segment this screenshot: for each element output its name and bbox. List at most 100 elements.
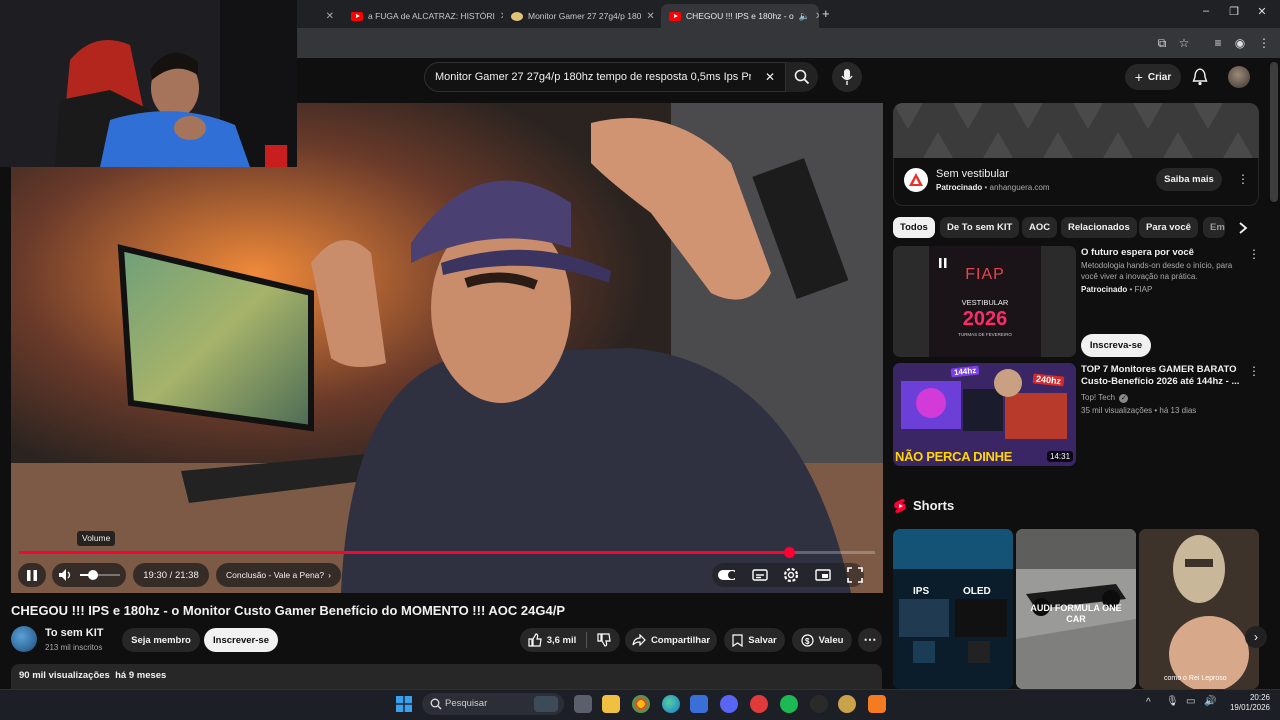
task-view-icon[interactable] [574, 695, 592, 713]
tray-chevron-icon[interactable]: ^ [1146, 697, 1151, 708]
browser-menu-icon[interactable]: ⋮ [1256, 35, 1272, 51]
tab-title: CHEGOU !!! IPS e 180hz - o [686, 11, 794, 21]
app-icon[interactable] [810, 695, 828, 713]
more-actions-button[interactable]: ⋯ [858, 628, 882, 652]
install-app-icon[interactable]: ⧉ [1154, 35, 1170, 51]
short-thumbnail[interactable]: como o Rei Leproso [1139, 529, 1259, 689]
join-button[interactable]: Seja membro [122, 628, 200, 652]
spotify-icon[interactable] [780, 695, 798, 713]
notifications-bell-icon[interactable] [1192, 68, 1208, 86]
discord-icon[interactable] [720, 695, 738, 713]
ad-menu-icon[interactable]: ⋮ [1237, 173, 1249, 185]
settings-gear-icon[interactable] [782, 566, 800, 584]
dislike-button[interactable] [590, 628, 618, 652]
app-icon[interactable] [868, 695, 886, 713]
search-box[interactable]: Monitor Gamer 27 27g4/p 180hz tempo de r… [424, 62, 786, 92]
speaker-tray-icon[interactable]: 🔊 [1204, 696, 1216, 707]
save-button[interactable]: Salvar [724, 628, 785, 652]
media-control-icon[interactable]: ≡ [1210, 35, 1226, 51]
subtitles-icon[interactable] [751, 566, 769, 584]
close-icon[interactable]: ✕ [646, 11, 654, 22]
chip-all[interactable]: Todos [893, 217, 935, 238]
chrome-icon[interactable] [632, 695, 650, 713]
chapter-button[interactable]: Conclusão - Vale a Pena? › [216, 563, 341, 587]
browser-tab-active[interactable]: CHEGOU !!! IPS e 180hz - o 🔈 ✕ [661, 4, 819, 28]
clear-search-icon[interactable]: ✕ [765, 70, 775, 84]
shorts-next-button[interactable]: › [1245, 626, 1267, 648]
search-button[interactable] [786, 62, 818, 92]
views-and-date: 90 mil visualizações há 9 meses [19, 670, 167, 681]
subscribe-button[interactable]: Inscrever-se [204, 628, 278, 652]
rec-channel: FIAP [1134, 285, 1153, 294]
taskbar-search[interactable]: Pesquisar [422, 693, 564, 715]
network-icon[interactable]: ▭ [1186, 696, 1195, 707]
play-pause-button[interactable] [18, 563, 46, 587]
edge-icon[interactable] [662, 695, 680, 713]
fiap-subtitle: TURMAS DE FEVEREIRO [958, 332, 1012, 337]
rec-menu-icon[interactable]: ⋮ [1248, 365, 1260, 377]
create-button[interactable]: + Criar [1125, 64, 1181, 90]
chip-related[interactable]: Relacionados [1061, 217, 1137, 238]
streamer-webcam-image [0, 0, 297, 167]
close-icon[interactable]: ✕ [815, 11, 819, 22]
voice-search-button[interactable] [832, 62, 862, 92]
chip-aoc[interactable]: AOC [1022, 217, 1058, 238]
volume-slider[interactable] [80, 570, 120, 580]
tab-close-hidden[interactable]: ✕ [300, 4, 342, 28]
profile-icon[interactable]: ◉ [1232, 35, 1248, 51]
volume-knob[interactable] [88, 570, 98, 580]
app-icon[interactable] [750, 695, 768, 713]
search-input[interactable]: Monitor Gamer 27 27g4/p 180hz tempo de r… [435, 71, 751, 83]
chip-more[interactable]: Em [1203, 217, 1225, 238]
restore-icon[interactable]: ❐ [1224, 5, 1244, 18]
taskbar-clock[interactable]: 20:26 19/01/2026 [1222, 693, 1270, 713]
new-tab-button[interactable]: + [822, 6, 830, 21]
fullscreen-icon[interactable] [846, 566, 864, 584]
progress-bar[interactable] [19, 547, 875, 558]
bookmark-star-icon[interactable]: ☆ [1176, 35, 1192, 51]
chip-channel[interactable]: De To sem KIT [940, 217, 1020, 238]
short-label-oled: OLED [963, 586, 991, 597]
volume-control[interactable] [52, 563, 126, 587]
close-icon[interactable]: ✕ [326, 11, 334, 22]
like-button[interactable]: 3,6 mil [520, 628, 584, 652]
ad-meta: Patrocinado • anhanguera.com [936, 183, 1050, 192]
ad-banner-image[interactable] [893, 103, 1259, 158]
youtube-favicon-icon [669, 11, 681, 21]
short-thumbnail[interactable]: AUDI FORMULA ONE CAR [1016, 529, 1136, 689]
learn-more-button[interactable]: Saiba mais [1156, 168, 1222, 191]
autoplay-toggle-icon[interactable] [717, 566, 735, 584]
clock-date: 19/01/2026 [1229, 703, 1270, 712]
file-explorer-icon[interactable] [602, 695, 620, 713]
page-scrollbar[interactable] [1270, 62, 1278, 202]
miniplayer-icon[interactable] [814, 566, 832, 584]
window-close-icon[interactable]: ✕ [1252, 5, 1272, 18]
channel-name[interactable]: To sem KIT [45, 627, 103, 639]
windows-start-icon[interactable] [396, 696, 412, 712]
rec-title[interactable]: O futuro espera por você [1081, 247, 1241, 259]
rec-channel[interactable]: Top! Tech [1081, 393, 1115, 402]
verified-badge-icon: ✓ [1119, 394, 1129, 403]
fiap-ad-thumbnail[interactable]: FIAP VESTIBULAR 2026 TURMAS DE FEVEREIRO [893, 246, 1076, 357]
channel-avatar[interactable] [11, 626, 37, 652]
minimize-icon[interactable]: – [1196, 5, 1216, 17]
browser-tab[interactable]: Monitor Gamer 27 27g4/p 180 ✕ [503, 4, 661, 28]
browser-tab[interactable]: a FUGA de ALCATRAZ: HISTÓRI ✕ [343, 4, 503, 28]
rec-menu-icon[interactable]: ⋮ [1248, 248, 1260, 260]
tab-title: a FUGA de ALCATRAZ: HISTÓRI [368, 11, 495, 21]
store-icon[interactable] [690, 695, 708, 713]
rec-title[interactable]: TOP 7 Monitores GAMER BARATO Custo-Benef… [1081, 364, 1241, 388]
speaker-icon[interactable]: 🔈 [799, 11, 810, 22]
microphone-tray-icon[interactable]: 🎙 [1166, 696, 1179, 707]
ad-card[interactable]: Sem vestibular Patrocinado • anhanguera.… [893, 158, 1259, 206]
chip-for-you[interactable]: Para você [1139, 217, 1198, 238]
app-icon[interactable] [838, 695, 856, 713]
video-player[interactable] [11, 103, 883, 593]
chevron-right-icon[interactable] [1238, 222, 1248, 234]
short-thumbnail[interactable]: IPS OLED [893, 529, 1013, 689]
rec-video-thumbnail[interactable]: 144hz 240hz NÃO PERCA DINHE 14:31 [893, 363, 1076, 466]
account-avatar[interactable] [1228, 66, 1250, 88]
subscribe-ad-button[interactable]: Inscreva-se [1081, 334, 1151, 357]
share-button[interactable]: Compartilhar [625, 628, 717, 652]
thanks-button[interactable]: $ Valeu [792, 628, 852, 652]
